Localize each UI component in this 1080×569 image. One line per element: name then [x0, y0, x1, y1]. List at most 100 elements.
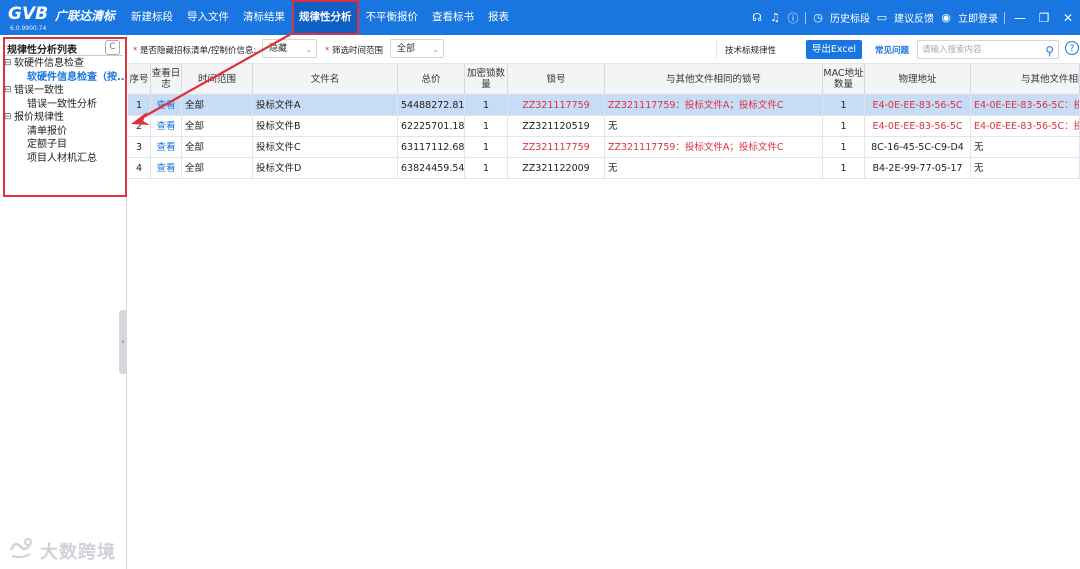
separator: [716, 39, 717, 59]
time-range-label-text: 筛选时间范围: [331, 46, 383, 56]
same-lock-cell: ZZ321117759：投标文件A；投标文件C: [605, 137, 823, 158]
menu-regularity-analysis[interactable]: 规律性分析: [292, 0, 359, 35]
faq-link[interactable]: 常见问题: [875, 44, 909, 56]
table-row[interactable]: 4 查看 全部 投标文件D 63824459.54 1 ZZ321122009 无 1 B4-2E…: [128, 158, 1080, 179]
time-range-select[interactable]: 全部 ⌄: [390, 39, 444, 58]
top-right-tools: ☊ ♫ ⓘ ◷ 历史标段 ▭ 建议反馈 ◉ 立即登录 — ❐ ✕: [748, 0, 1080, 35]
mac-count-cell: 1: [823, 137, 865, 158]
col-header-same-mac: 与其他文件相同的物理地址: [971, 64, 1080, 94]
watermark: 大数跨境: [8, 536, 148, 563]
search-icon[interactable]: ⚲: [1045, 42, 1054, 61]
col-header-price: 总价: [398, 64, 465, 94]
chevron-down-icon: ⌄: [432, 45, 439, 54]
sidebar-highlight-box: [3, 37, 127, 197]
time-range-label: * 筛选时间范围: [325, 46, 383, 56]
file-name-cell: 投标文件C: [253, 137, 398, 158]
search-input[interactable]: 请输入搜索内容 ⚲: [917, 40, 1059, 59]
hide-info-label: * 是否隐藏招标清单/控制价信息:: [133, 46, 257, 56]
row-number: 2: [128, 116, 151, 137]
sidebar: 规律性分析列表 C ⊟ 软硬件信息检查 软硬件信息检查（按... ⊟ 错误一致性 错…: [0, 35, 127, 569]
chevron-down-icon: ⌄: [305, 45, 312, 54]
app-logo: GVB 广联达清标 6.0.9900.74: [8, 4, 126, 32]
col-header-lock-count: 加密锁数量: [465, 64, 508, 94]
same-lock-cell: ZZ321117759：投标文件A；投标文件C: [605, 95, 823, 116]
mac-address-cell: 8C-16-45-5C-C9-D4: [865, 137, 971, 158]
row-number: 3: [128, 137, 151, 158]
total-price-cell: 62225701.18: [398, 116, 465, 137]
view-log-link[interactable]: 查看: [151, 137, 182, 158]
table-row[interactable]: 2 查看 全部 投标文件B 62225701.18 1 ZZ321120519 无 1 E4-0E…: [128, 116, 1080, 137]
file-name-cell: 投标文件A: [253, 95, 398, 116]
total-price-cell: 63117112.68: [398, 137, 465, 158]
feedback-icon: ▭: [876, 11, 888, 24]
total-price-cell: 54488272.81: [398, 95, 465, 116]
menu-report[interactable]: 报表: [481, 0, 516, 35]
view-log-link[interactable]: 查看: [151, 95, 182, 116]
mac-count-cell: 1: [823, 95, 865, 116]
col-header-mac-count: MAC地址数量: [823, 64, 865, 94]
col-header-no: 序号: [128, 64, 151, 94]
col-header-mac: 物理地址: [865, 64, 971, 94]
menu-view-bid[interactable]: 查看标书: [425, 0, 481, 35]
row-number: 1: [128, 95, 151, 116]
col-header-same-lock: 与其他文件相同的锁号: [605, 64, 823, 94]
total-price-cell: 63824459.54: [398, 158, 465, 179]
mac-address-cell: E4-0E-EE-83-56-5C: [865, 95, 971, 116]
same-mac-cell: 无: [971, 158, 1080, 179]
view-log-link[interactable]: 查看: [151, 158, 182, 179]
minimize-icon[interactable]: —: [1008, 11, 1032, 25]
tech-bid-regularity-button[interactable]: 技术标规律性: [725, 44, 776, 56]
table-header: 序号 查看日志 时间范围 文件名 总价 加密锁数量 锁号 与其他文件相同的锁号 …: [128, 64, 1080, 95]
hide-info-select[interactable]: 隐藏 ⌄: [262, 39, 317, 58]
file-name-cell: 投标文件B: [253, 116, 398, 137]
help-icon[interactable]: ?: [1065, 41, 1079, 55]
time-range-cell: 全部: [182, 158, 253, 179]
separator: [805, 11, 806, 24]
row-number: 4: [128, 158, 151, 179]
view-log-link[interactable]: 查看: [151, 116, 182, 137]
panel-collapse-handle[interactable]: ‹: [119, 310, 127, 374]
col-header-file: 文件名: [253, 64, 398, 94]
lock-count-cell: 1: [465, 95, 508, 116]
clock-icon: ◷: [813, 11, 823, 24]
menu-new-section[interactable]: 新建标段: [124, 0, 180, 35]
time-range-cell: 全部: [182, 95, 253, 116]
hide-info-label-text: 是否隐藏招标清单/控制价信息:: [139, 46, 257, 56]
feedback-link[interactable]: 建议反馈: [894, 10, 934, 25]
watermark-text: 大数跨境: [40, 542, 116, 563]
search-placeholder: 请输入搜索内容: [922, 45, 982, 55]
close-icon[interactable]: ✕: [1056, 11, 1080, 25]
headset-icon[interactable]: ☊: [748, 11, 766, 24]
bell-icon[interactable]: ♫: [766, 11, 784, 24]
info-icon[interactable]: ⓘ: [784, 10, 802, 26]
same-mac-cell: 无: [971, 137, 1080, 158]
table-row[interactable]: 1 查看 全部 投标文件A 54488272.81 1 ZZ321117759 ZZ32111…: [128, 95, 1080, 116]
restore-icon[interactable]: ❐: [1032, 11, 1056, 25]
col-header-lock-no: 锁号: [508, 64, 605, 94]
lock-count-cell: 1: [465, 116, 508, 137]
export-excel-button[interactable]: 导出Excel: [806, 40, 862, 59]
same-lock-cell: 无: [605, 158, 823, 179]
lock-no-cell: ZZ321122009: [508, 158, 605, 179]
menu-check-result[interactable]: 清标结果: [236, 0, 292, 35]
mac-count-cell: 1: [823, 116, 865, 137]
lock-no-cell: ZZ321117759: [508, 137, 605, 158]
history-section-link[interactable]: 历史标段: [830, 10, 870, 25]
same-lock-cell: 无: [605, 116, 823, 137]
menu-unbalanced-quote[interactable]: 不平衡报价: [359, 0, 426, 35]
same-mac-cell: E4-0E-EE-83-56-5C：投: [971, 116, 1080, 137]
table-row[interactable]: 3 查看 全部 投标文件C 63117112.68 1 ZZ321117759 ZZ32111…: [128, 137, 1080, 158]
app-version: 6.0.9900.74: [10, 25, 47, 32]
menu-import-file[interactable]: 导入文件: [180, 0, 236, 35]
mac-address-cell: E4-0E-EE-83-56-5C: [865, 116, 971, 137]
time-range-cell: 全部: [182, 116, 253, 137]
hide-info-value: 隐藏: [269, 44, 288, 54]
same-mac-cell: E4-0E-EE-83-56-5C：投: [971, 95, 1080, 116]
mac-count-cell: 1: [823, 158, 865, 179]
col-header-time: 时间范围: [182, 64, 253, 94]
lock-count-cell: 1: [465, 137, 508, 158]
logo-name: 广联达清标: [55, 9, 116, 23]
main-menu: 新建标段 导入文件 清标结果 规律性分析 不平衡报价 查看标书 报表: [124, 0, 516, 35]
col-header-log: 查看日志: [151, 64, 182, 94]
login-link[interactable]: 立即登录: [958, 10, 998, 25]
